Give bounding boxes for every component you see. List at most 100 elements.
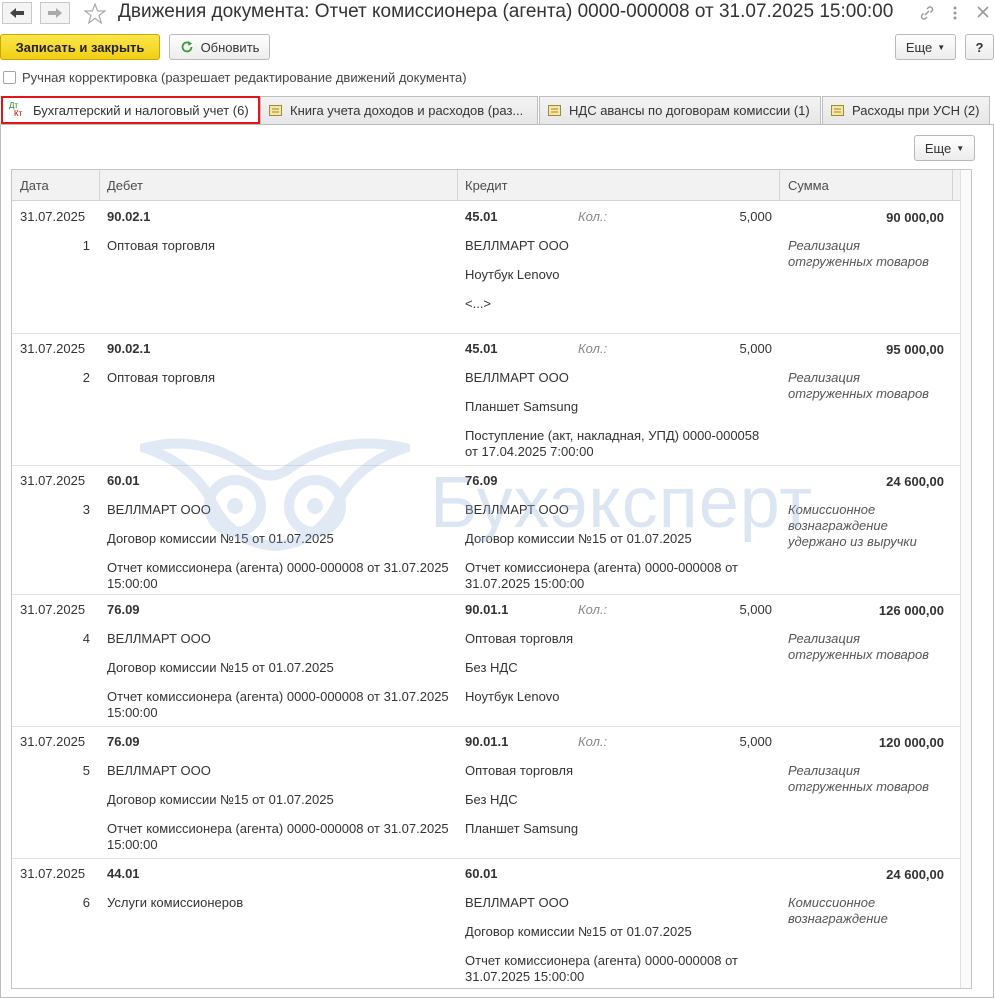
tab-vat-advances[interactable]: НДС авансы по договорам комиссии (1) (539, 96, 821, 124)
column-date[interactable]: Дата (20, 178, 49, 193)
grid-more-button[interactable]: Еще ▼ (914, 135, 975, 161)
row-number: 2 (82, 370, 90, 385)
row-content: Реализация (788, 631, 860, 646)
row-number: 6 (82, 895, 90, 910)
debit-subconto-1: ВЕЛЛМАРТ ООО (107, 502, 211, 517)
credit-subconto-2: Ноутбук Lenovo (465, 267, 560, 282)
debit-subconto-1: ВЕЛЛМАРТ ООО (107, 763, 211, 778)
debit-account: 44.01 (107, 866, 140, 881)
table-row[interactable]: 31.07.2025 6 44.01 Услуги комиссионеров … (12, 858, 961, 988)
credit-subconto-1: Оптовая торговля (465, 763, 574, 778)
table-row[interactable]: 31.07.2025 5 76.09 ВЕЛЛМАРТ ООО Договор … (12, 726, 961, 859)
register-icon (269, 105, 282, 116)
column-separator (99, 170, 100, 200)
star-icon[interactable] (84, 3, 106, 24)
row-content: Реализация (788, 763, 860, 778)
grid-more-label: Еще (924, 140, 952, 156)
refresh-button[interactable]: Обновить (169, 34, 270, 60)
refresh-label: Обновить (200, 39, 260, 55)
back-button[interactable] (2, 2, 32, 24)
credit-subconto-3-cont: 31.07.2025 15:00:00 (465, 576, 585, 591)
table-row[interactable]: 31.07.2025 4 76.09 ВЕЛЛМАРТ ООО Договор … (12, 594, 961, 727)
credit-subconto-3: Ноутбук Lenovo (465, 689, 560, 704)
row-content: отгруженных товаров (788, 386, 929, 401)
quantity-value: 5,000 (739, 602, 772, 617)
column-separator (779, 170, 780, 200)
more-label: Еще (905, 39, 933, 55)
manual-correction-row: Ручная корректировка (разрешает редактир… (3, 70, 467, 85)
watermark-text: Бухэксперт (430, 463, 814, 543)
help-button[interactable]: ? (965, 34, 994, 60)
row-number: 3 (82, 502, 90, 517)
column-debit[interactable]: Дебет (107, 178, 143, 193)
more-button[interactable]: Еще ▼ (895, 34, 956, 60)
row-sum: 95 000,00 (886, 342, 944, 357)
register-icon (548, 105, 561, 116)
help-label: ? (975, 39, 984, 55)
table-row[interactable]: 31.07.2025 2 90.02.1 Оптовая торговля 45… (12, 333, 961, 466)
manual-correction-checkbox[interactable] (3, 71, 16, 84)
link-icon[interactable] (919, 5, 935, 21)
credit-subconto-3: Отчет комиссионера (агента) 0000-000008 … (465, 953, 738, 968)
forward-button[interactable] (40, 2, 70, 24)
column-credit[interactable]: Кредит (465, 178, 508, 193)
debit-subconto-3-cont: 15:00:00 (107, 837, 158, 852)
row-content: отгруженных товаров (788, 254, 929, 269)
quantity-label: Кол.: (578, 602, 608, 617)
manual-correction-label[interactable]: Ручная корректировка (разрешает редактир… (22, 70, 467, 85)
debit-subconto-2: Договор комиссии №15 от 01.07.2025 (107, 531, 334, 546)
more-vertical-icon[interactable] (949, 5, 961, 21)
register-icon (831, 105, 844, 116)
save-close-button[interactable]: Записать и закрыть (0, 34, 160, 60)
row-number: 1 (82, 238, 90, 253)
row-content: Реализация (788, 238, 860, 253)
row-date: 31.07.2025 (20, 341, 86, 356)
debit-account: 60.01 (107, 473, 140, 488)
quantity-label: Кол.: (578, 209, 608, 224)
row-number: 4 (82, 631, 90, 646)
column-sum[interactable]: Сумма (788, 178, 829, 193)
credit-subconto-3: <...> (465, 296, 492, 311)
debit-subconto-1: Оптовая торговля (107, 370, 216, 385)
credit-account: 45.01 (465, 341, 498, 356)
quantity-label: Кол.: (578, 734, 608, 749)
arrow-left-icon (10, 8, 24, 18)
credit-subconto-3-cont: 31.07.2025 15:00:00 (465, 969, 585, 984)
row-content: Комиссионное (788, 895, 876, 910)
tab-accounting[interactable]: Дт Кт Бухгалтерский и налоговый учет (6) (1, 96, 260, 124)
refresh-icon (181, 41, 192, 53)
title-bar: Движения документа: Отчет комиссионера (… (0, 0, 995, 28)
scrollbar[interactable] (960, 170, 971, 988)
tab-usn-expenses[interactable]: Расходы при УСН (2) (822, 96, 990, 124)
credit-subconto-2: Планшет Samsung (465, 399, 579, 414)
tab-bar: Дт Кт Бухгалтерский и налоговый учет (6) … (0, 96, 995, 124)
save-close-label: Записать и закрыть (15, 39, 145, 55)
row-date: 31.07.2025 (20, 602, 86, 617)
tab-label: Книга учета доходов и расходов (раз... (290, 103, 524, 118)
table-row[interactable]: 31.07.2025 1 90.02.1 Оптовая торговля 45… (12, 201, 961, 334)
row-content: Реализация (788, 370, 860, 385)
column-separator (952, 170, 953, 200)
debit-account: 90.02.1 (107, 341, 151, 356)
credit-subconto-1: ВЕЛЛМАРТ ООО (465, 895, 569, 910)
table-header: Дата Дебет Кредит Сумма (12, 170, 971, 201)
row-sum: 126 000,00 (878, 603, 944, 618)
credit-subconto-1: ВЕЛЛМАРТ ООО (465, 370, 569, 385)
row-date: 31.07.2025 (20, 473, 86, 488)
caret-down-icon: ▼ (937, 42, 946, 52)
row-content: отгруженных товаров (788, 779, 929, 794)
credit-subconto-1: ВЕЛЛМАРТ ООО (465, 238, 569, 253)
credit-account: 90.01.1 (465, 602, 509, 617)
quantity-value: 5,000 (739, 734, 772, 749)
credit-subconto-3: Отчет комиссионера (агента) 0000-000008 … (465, 560, 738, 575)
debit-subconto-2: Договор комиссии №15 от 01.07.2025 (107, 792, 334, 807)
debit-subconto-3-cont: 15:00:00 (107, 705, 158, 720)
tab-income-book[interactable]: Книга учета доходов и расходов (раз... (260, 96, 538, 124)
caret-down-icon: ▼ (956, 143, 965, 153)
credit-subconto-3-cont: от 17.04.2025 7:00:00 (465, 444, 594, 459)
row-date: 31.07.2025 (20, 734, 86, 749)
debit-account: 76.09 (107, 602, 140, 617)
tab-label: Бухгалтерский и налоговый учет (6) (33, 102, 249, 118)
close-icon[interactable] (976, 5, 990, 19)
row-date: 31.07.2025 (20, 209, 86, 224)
